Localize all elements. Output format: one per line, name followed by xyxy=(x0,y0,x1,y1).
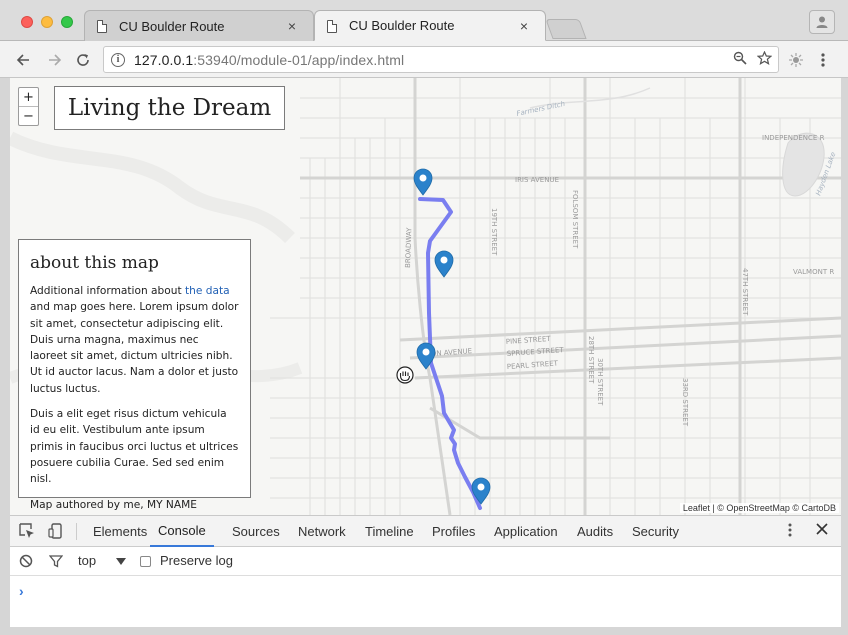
author-line: Map authored by me, MY NAME xyxy=(30,498,197,511)
info-panel: about this map Additional information ab… xyxy=(18,239,251,511)
map-container[interactable]: Farmers Ditch IRIS AVENUE INDEPENDENCE R… xyxy=(10,78,841,515)
devtools-tab-elements[interactable]: Elements xyxy=(93,516,147,547)
devtools-tab-network[interactable]: Network xyxy=(298,516,346,547)
tab-close-button[interactable]: × xyxy=(517,18,531,34)
back-arrow-icon xyxy=(16,54,29,66)
zoom-in-button[interactable]: + xyxy=(19,88,38,107)
close-icon xyxy=(816,523,828,535)
label-47th: 47TH STREET xyxy=(741,268,749,316)
label-33rd: 33RD STREET xyxy=(681,378,689,427)
filter-icon[interactable] xyxy=(49,554,63,568)
kebab-menu-icon xyxy=(821,53,825,67)
console-prompt[interactable]: › xyxy=(19,583,24,599)
url-text: 127.0.0.1:53940/module-01/app/index.html xyxy=(134,52,404,68)
extension-icon xyxy=(789,53,803,67)
tab-close-button[interactable]: × xyxy=(285,18,299,34)
url-path: :53940/module-01/app/index.html xyxy=(193,51,405,68)
clear-console-icon[interactable] xyxy=(19,554,33,568)
maximize-window-button[interactable] xyxy=(61,16,73,28)
document-icon xyxy=(327,20,337,33)
browser-window: CU Boulder Route × CU Boulder Route × i xyxy=(0,0,848,635)
forward-button[interactable] xyxy=(44,49,66,71)
forward-arrow-icon xyxy=(49,54,62,66)
bookmark-star-icon[interactable] xyxy=(757,51,772,65)
tab-title: CU Boulder Route xyxy=(119,18,225,34)
devtools-menu-button[interactable] xyxy=(788,522,792,542)
zoom-magnifier-icon[interactable] xyxy=(733,51,747,65)
extension-button[interactable] xyxy=(785,49,807,71)
info-paragraph-1: Additional information about the data an… xyxy=(30,283,239,397)
device-toolbar-icon[interactable] xyxy=(47,522,65,540)
new-tab-button[interactable] xyxy=(545,19,587,39)
map-attribution[interactable]: Leaflet | © OpenStreetMap © CartoDB xyxy=(679,503,839,513)
devtools-close-button[interactable] xyxy=(816,520,828,540)
devtools-tab-sources[interactable]: Sources xyxy=(232,516,280,547)
devtools-tab-profiles[interactable]: Profiles xyxy=(432,516,475,547)
omnibox-actions xyxy=(733,51,772,65)
browser-tab-1[interactable]: CU Boulder Route × xyxy=(84,10,314,41)
minimize-window-button[interactable] xyxy=(41,16,53,28)
label-30th: 30TH STREET xyxy=(596,358,604,406)
grab-cursor-icon xyxy=(396,366,414,384)
info-paragraph-2: Duis a elit eget risus dictum vehicula i… xyxy=(30,408,239,486)
label-independence: INDEPENDENCE R xyxy=(762,134,825,142)
tab-strip: CU Boulder Route × CU Boulder Route × xyxy=(0,0,848,41)
devtools-tab-application[interactable]: Application xyxy=(494,516,558,547)
preserve-log-label[interactable]: Preserve log xyxy=(160,553,233,568)
inspect-element-icon[interactable] xyxy=(18,522,36,540)
devtools-tab-bar: Elements Console Sources Network Timelin… xyxy=(10,516,841,547)
profile-button[interactable] xyxy=(809,10,835,34)
devtools-tab-audits[interactable]: Audits xyxy=(577,516,613,547)
label-broadway: BROADWAY xyxy=(404,227,413,268)
kebab-menu-icon xyxy=(788,523,792,537)
console-toolbar: top Preserve log xyxy=(10,547,841,576)
back-button[interactable] xyxy=(12,49,34,71)
document-icon xyxy=(97,20,107,33)
address-bar[interactable]: i 127.0.0.1:53940/module-01/app/index.ht… xyxy=(103,46,779,73)
reload-button[interactable] xyxy=(72,49,94,71)
label-valmont: VALMONT R xyxy=(793,268,834,276)
label-19th: 19TH STREET xyxy=(490,208,498,256)
the-data-link[interactable]: the data xyxy=(185,285,230,297)
close-window-button[interactable] xyxy=(21,16,33,28)
info-icon[interactable]: i xyxy=(111,52,125,67)
context-selector[interactable]: top xyxy=(78,553,96,568)
browser-tab-2[interactable]: CU Boulder Route × xyxy=(314,10,546,41)
map-title: Living the Dream xyxy=(54,86,285,130)
devtools-panel: Elements Console Sources Network Timelin… xyxy=(10,515,841,627)
browser-toolbar: i 127.0.0.1:53940/module-01/app/index.ht… xyxy=(0,41,848,78)
url-host: 127.0.0.1 xyxy=(134,51,194,68)
label-folsom: FOLSOM STREET xyxy=(571,190,579,249)
preserve-log-checkbox[interactable] xyxy=(140,556,151,567)
info-text: and map goes here. Lorem ipsum dolor sit… xyxy=(30,301,239,395)
devtools-tab-security[interactable]: Security xyxy=(632,516,679,547)
zoom-out-button[interactable]: − xyxy=(19,107,38,126)
label-iris-avenue: IRIS AVENUE xyxy=(515,176,559,184)
zoom-control: + − xyxy=(18,87,39,126)
menu-button[interactable] xyxy=(812,49,834,71)
info-text: Additional information about xyxy=(30,285,185,297)
devtools-tab-timeline[interactable]: Timeline xyxy=(365,516,414,547)
toolbar-divider xyxy=(76,523,77,540)
label-28th: 28TH STREET xyxy=(587,336,595,384)
tab-title: CU Boulder Route xyxy=(349,18,455,33)
person-icon xyxy=(816,16,828,28)
dropdown-caret-icon[interactable] xyxy=(116,558,126,565)
info-panel-heading: about this map xyxy=(30,253,159,273)
devtools-tab-console[interactable]: Console xyxy=(150,516,214,547)
reload-icon xyxy=(77,54,89,66)
